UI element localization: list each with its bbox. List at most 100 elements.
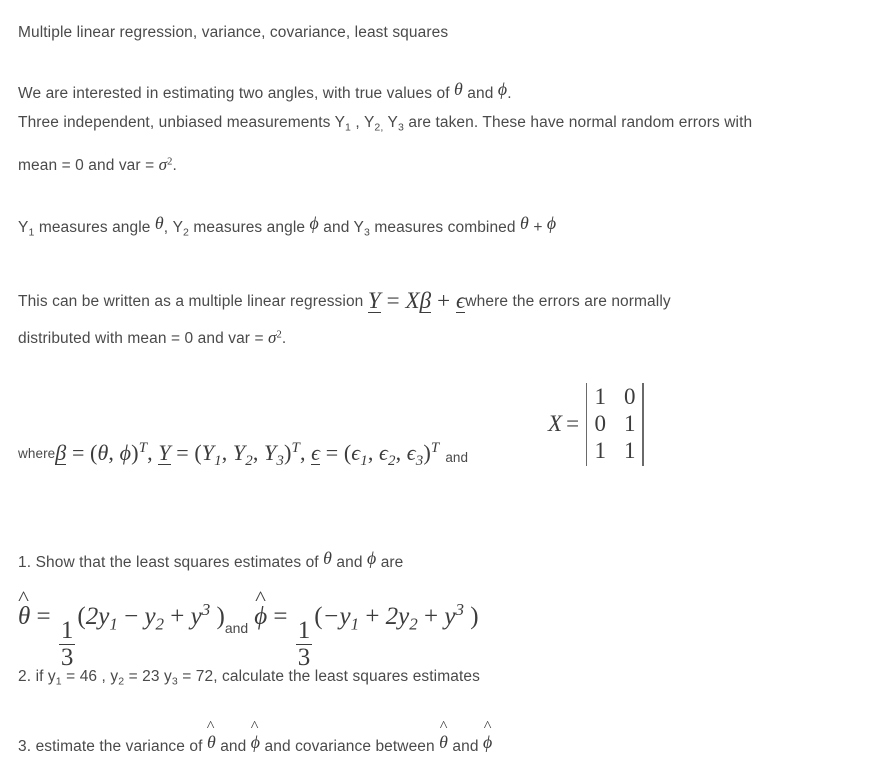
minus-operator: − <box>117 603 145 630</box>
Y2-subscript: 2 <box>245 452 253 469</box>
phi-symbol: ϕ <box>366 548 377 568</box>
intro-text-a: We are interested in estimating two angl… <box>18 85 455 102</box>
question-3-text-c: and covariance between <box>260 738 440 755</box>
theta-equals-sign: = <box>36 603 51 630</box>
comma: , <box>221 440 233 465</box>
phi-symbol: ϕ <box>546 213 557 233</box>
intro3-text-a: mean = 0 and var = <box>18 157 159 174</box>
Y1-subscript: 1 <box>214 452 222 469</box>
regression-trail-text: where the errors are normally <box>465 293 671 310</box>
measures-text-e: and Y <box>318 219 364 236</box>
question-2: 2. if y1 = 46 , y2 = 23 y3 = 72, calcula… <box>18 666 480 688</box>
intro-text-c: . <box>507 85 512 102</box>
matrix-equals-sign: = <box>566 411 580 437</box>
question-3-text-a: estimate the variance of <box>35 738 207 755</box>
theta-hat-symbol: θ <box>207 730 216 756</box>
question-2-text: if y <box>35 668 56 685</box>
term-2y2: 2y <box>385 603 410 630</box>
equals-open-paren: = ( <box>320 440 352 465</box>
epsilon2-symbol: ϵ <box>379 440 388 465</box>
measures-text-d: measures angle <box>189 219 310 236</box>
Y3-symbol: Y <box>264 440 277 465</box>
y3-value: = 72, calculate the least squares estima… <box>177 668 480 685</box>
matrix-cell-r2c1: 0 <box>594 410 606 436</box>
epsilon1-subscript: 1 <box>360 452 368 469</box>
beta-vector-symbol: β <box>55 440 67 465</box>
equals-open-paren: = ( <box>66 440 98 465</box>
theta-hat-estimate: θ = 13(2y1 − y2 + y3 )andϕ = 13(−y1 + 2y… <box>18 600 479 672</box>
measures-text-g: + <box>528 219 547 236</box>
term-2y2-subscript: 2 <box>409 614 418 634</box>
page-title-text: Multiple linear regression, variance, co… <box>18 24 449 41</box>
measures-text-c: , Y <box>163 219 184 236</box>
phi-hat-symbol: ϕ <box>254 603 267 631</box>
phi-symbol: ϕ <box>119 440 132 465</box>
where-math: β = (θ, ϕ)T, Y = (Y1, Y2, Y3)T, ϵ = (ϵ1,… <box>55 440 439 468</box>
intro-line-1: We are interested in estimating two angl… <box>18 79 512 106</box>
sigma-symbol: σ <box>268 328 277 347</box>
matrix-grid: 1 0 0 1 1 1 <box>587 383 642 466</box>
Y2-symbol: Y <box>232 440 246 465</box>
one-third-fraction: 13 <box>295 617 313 672</box>
term-y3-superscript: 3 <box>455 600 465 620</box>
Y-vector-symbol: Y <box>367 288 381 313</box>
question-1: 1. Show that the least squares estimates… <box>18 548 404 575</box>
matrix-cell-r1c2: 0 <box>623 384 636 409</box>
equals-open-paren: = ( <box>170 440 202 465</box>
regression2-text-b: . <box>281 330 287 347</box>
matrix-cell-r2c2: 1 <box>623 410 636 436</box>
phi-symbol: ϕ <box>497 79 508 99</box>
question-3-text-b: and <box>215 738 251 755</box>
theta-symbol: θ <box>97 440 109 465</box>
beta-vector-symbol: β <box>419 288 432 313</box>
question-1-text-b: and <box>331 554 367 571</box>
separator-comma: , <box>299 440 312 465</box>
term-y3-superscript: 3 <box>201 600 211 620</box>
epsilon2-subscript: 2 <box>388 452 396 469</box>
phi-hat-symbol: ϕ <box>483 730 492 756</box>
question-1-text-c: are <box>376 554 404 571</box>
design-matrix: X = 1 0 0 1 1 1 <box>548 383 644 466</box>
epsilon1-symbol: ϵ <box>351 440 361 465</box>
page-title: Multiple linear regression, variance, co… <box>18 22 448 44</box>
matrix-delimiters: 1 0 0 1 1 1 <box>586 383 644 466</box>
where-label: where <box>18 446 56 461</box>
close-paren: ) <box>423 440 431 465</box>
plus-operator: + <box>164 603 191 630</box>
regression-equation: Y = Xβ + ϵ <box>367 288 466 313</box>
phi-hat-symbol: ϕ <box>251 730 260 756</box>
y1-value: = 46 , y <box>61 668 119 685</box>
measures-text-f: measures combined <box>369 219 521 236</box>
intro2-text-b: , Y <box>351 114 375 131</box>
term-neg-y1-subscript: 1 <box>350 614 360 634</box>
measures-text-b: measures angle <box>34 219 155 236</box>
regression-line-1: This can be written as a multiple linear… <box>18 284 671 317</box>
theta-symbol: θ <box>454 79 463 99</box>
epsilon-vector-symbol: ϵ <box>456 288 466 313</box>
intro2-text-c: Y <box>383 114 398 131</box>
epsilon-vector-symbol: ϵ <box>311 440 321 465</box>
question-2-number: 2. <box>18 668 32 685</box>
intro-text-b: and <box>462 85 498 102</box>
epsilon3-symbol: ϵ <box>406 440 416 465</box>
matrix-right-bar <box>642 383 644 466</box>
intro-line-2: Three independent, unbiased measurements… <box>18 112 752 134</box>
close-paren: ) <box>210 603 225 630</box>
plus-operator: + <box>359 603 386 630</box>
y2-value: = 23 y <box>124 668 172 685</box>
close-paren: ) <box>283 440 292 465</box>
intro2-text-d: are taken. These have normal random erro… <box>403 114 753 131</box>
term-y2: y <box>144 603 156 630</box>
measures-text-a: Y <box>18 219 29 236</box>
question-1-number: 1. <box>18 554 32 571</box>
regression-lead-text: This can be written as a multiple linear… <box>18 293 368 310</box>
matrix-cell-r3c2: 1 <box>623 437 636 463</box>
comma: , <box>395 440 407 465</box>
comma: , <box>108 440 120 465</box>
question-3-number: 3. <box>18 738 32 755</box>
term-y2-subscript: 2 <box>155 614 165 634</box>
phi-symbol: ϕ <box>309 213 319 233</box>
close-paren: ) <box>131 440 139 465</box>
open-paren: ( <box>314 603 323 630</box>
X-matrix-symbol: X <box>405 288 420 313</box>
